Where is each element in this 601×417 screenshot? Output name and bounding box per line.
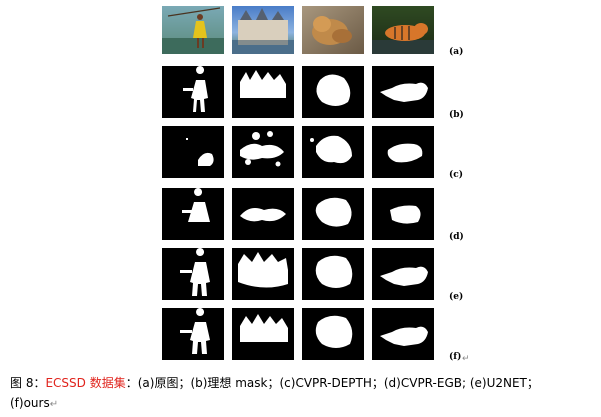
figure-caption: 图 8：ECSSD 数据集：(a)原图；(b)理想 mask；(c)CVPR-D… (10, 375, 539, 392)
mask-row-b (162, 66, 434, 118)
mask-row-e (162, 248, 434, 300)
caption-items: (a)原图；(b)理想 mask；(c)CVPR-DEPTH；(d)CVPR-E… (137, 376, 539, 390)
return-mark-caption: ↵ (49, 399, 59, 410)
photo-lion (302, 6, 364, 54)
row-label-b: (b) (449, 110, 464, 120)
caption-prefix: 图 8： (10, 376, 46, 390)
caption-line2-text: (f)ours (10, 396, 50, 410)
row-label-f: (f) (449, 352, 462, 362)
photo-tiger (372, 6, 434, 54)
mask-row-f (162, 308, 434, 360)
photo-girl (162, 6, 224, 54)
figure-grid (162, 6, 434, 360)
figure-caption-line2: (f)ours↵ (10, 396, 58, 410)
figure: (a) (b) (c) (d) (e) (f) ↵ (0, 0, 601, 417)
caption-dataset: ECSSD 数据集 (45, 376, 126, 390)
mask-row-d (162, 188, 434, 240)
row-label-e: (e) (449, 292, 464, 302)
photo-castle (232, 6, 294, 54)
row-label-d: (d) (449, 232, 464, 242)
row-label-a: (a) (449, 47, 464, 57)
row-label-c: (c) (449, 170, 463, 180)
caption-colon: ： (125, 376, 138, 390)
mask-row-c (162, 126, 434, 178)
return-mark-figure: ↵ (462, 354, 470, 364)
